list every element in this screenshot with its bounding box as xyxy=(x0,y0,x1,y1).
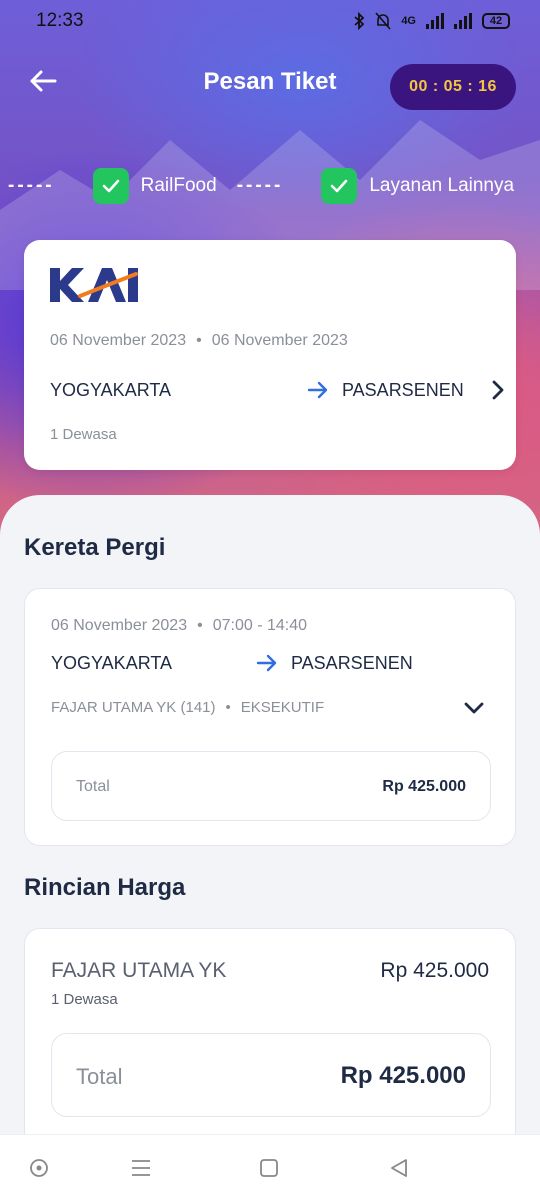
step-label-other-services: Layanan Lainnya xyxy=(369,175,515,196)
mute-bell-icon xyxy=(375,12,391,30)
return-date: 06 November 2023 xyxy=(211,332,348,349)
price-details-card: FAJAR UTAMA YK Rp 425.000 1 Dewasa Total… xyxy=(24,928,516,1148)
step-connector: ----- xyxy=(236,175,284,196)
price-total-label: Total xyxy=(76,1064,123,1089)
back-nav-button[interactable] xyxy=(386,1155,412,1181)
summary-route: YOGYAKARTA PASARSENEN xyxy=(50,376,504,404)
menu-lines-icon xyxy=(132,1160,150,1176)
square-icon xyxy=(260,1159,278,1177)
bluetooth-icon xyxy=(354,12,365,30)
arrow-right-icon xyxy=(307,381,328,399)
signal-icon xyxy=(426,13,444,29)
booking-summary-card[interactable]: 06 November 2023 • 06 November 2023 YOGYAK… xyxy=(24,240,516,470)
train-info: FAJAR UTAMA YK (141) • EKSEKUTIF xyxy=(51,699,491,716)
price-total-box: Total Rp 425.000 xyxy=(51,1033,491,1117)
chevron-down-icon[interactable] xyxy=(461,695,487,721)
separator-dot: • xyxy=(197,617,203,634)
check-icon xyxy=(92,168,129,204)
countdown-timer: 00 : 05 : 16 xyxy=(390,64,516,110)
summary-dates: 06 November 2023 • 06 November 2023 xyxy=(50,332,348,350)
signal-icon-2 xyxy=(454,13,472,29)
train-class: EKSEKUTIF xyxy=(240,699,325,716)
home-button[interactable] xyxy=(256,1155,282,1181)
destination-station: PASARSENEN xyxy=(342,380,464,400)
circle-dot-icon xyxy=(30,1159,48,1177)
train-name: FAJAR UTAMA YK (141) xyxy=(51,699,216,716)
departure-trip-card[interactable]: 06 November 2023 • 07:00 - 14:40 YOGYAKART… xyxy=(24,588,516,846)
recents-button[interactable] xyxy=(128,1155,154,1181)
separator-dot: • xyxy=(196,332,202,349)
trip-date: 06 November 2023 xyxy=(51,617,188,634)
triangle-back-icon xyxy=(391,1159,407,1177)
trip-total-value: Rp 425.000 xyxy=(382,778,466,795)
trip-total-box: Total Rp 425.000 xyxy=(51,751,491,821)
depart-date: 06 November 2023 xyxy=(50,332,187,349)
assistant-button[interactable] xyxy=(26,1155,52,1181)
status-icons: 4G 42 xyxy=(353,12,510,30)
trip-time-range: 07:00 - 14:40 xyxy=(212,617,307,634)
step-label-railfood: RailFood xyxy=(140,175,217,196)
battery-level: 42 xyxy=(489,15,503,27)
price-item-name: FAJAR UTAMA YK xyxy=(51,959,227,982)
check-icon xyxy=(321,168,358,204)
departure-section-title: Kereta Pergi xyxy=(24,534,166,561)
status-bar: 12:33 4G 42 xyxy=(0,0,540,42)
separator-dot: • xyxy=(225,699,231,716)
price-total-value: Rp 425.000 xyxy=(340,1062,466,1089)
trip-total-label: Total xyxy=(76,778,110,795)
booking-steps: ----- RailFood ----- Layanan Lainnya xyxy=(0,166,540,206)
price-item-amount: Rp 425.000 xyxy=(380,959,489,982)
kai-logo xyxy=(50,268,138,302)
price-section-title: Rincian Harga xyxy=(24,874,186,901)
chevron-right-icon[interactable] xyxy=(488,378,508,402)
trip-origin: YOGYAKARTA xyxy=(51,653,173,673)
step-connector: ----- xyxy=(8,175,55,196)
app-header: Pesan Tiket 00 : 05 : 16 xyxy=(0,58,540,110)
status-time: 12:33 xyxy=(36,10,84,31)
battery-icon: 42 xyxy=(482,13,510,29)
network-type: 4G xyxy=(401,15,416,27)
trip-date-time: 06 November 2023 • 07:00 - 14:40 xyxy=(51,617,307,635)
passenger-count: 1 Dewasa xyxy=(50,426,117,443)
system-navigation-bar xyxy=(0,1134,540,1200)
price-item-passengers: 1 Dewasa xyxy=(51,991,118,1008)
arrow-right-icon xyxy=(256,654,277,672)
origin-station: YOGYAKARTA xyxy=(50,380,172,400)
trip-route: YOGYAKARTA PASARSENEN xyxy=(51,649,491,677)
trip-destination: PASARSENEN xyxy=(291,653,413,673)
